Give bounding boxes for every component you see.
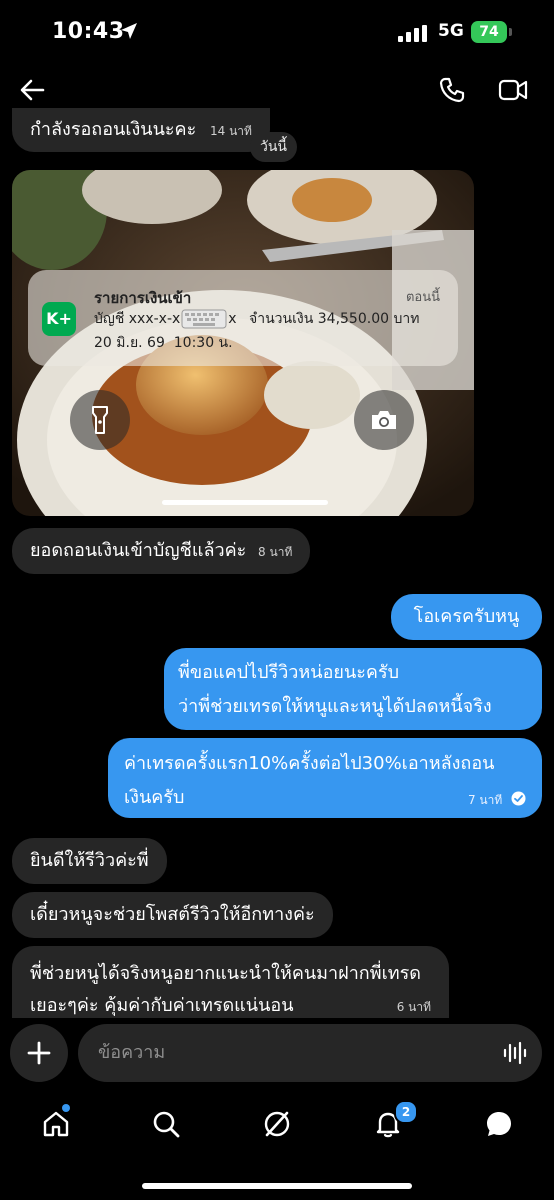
message-text-line: เงินครับ <box>124 787 185 808</box>
account-number-tail: x <box>228 311 237 327</box>
notification-time: ตอนนี้ <box>405 290 440 305</box>
message-text: กำลังรอถอนเงินนะคะ <box>30 119 197 140</box>
flashlight-button[interactable] <box>70 390 130 450</box>
location-arrow-icon <box>121 23 137 39</box>
keyboard-sticker-icon <box>181 309 227 329</box>
message-text: ยอดถอนเงินเข้าบัญชีแล้วค่ะ <box>30 540 247 561</box>
flashlight-icon <box>92 406 108 434</box>
tab-messages[interactable] <box>479 1104 519 1144</box>
camera-icon <box>372 411 396 429</box>
message-text-line: พี่ช่วยหนูได้จริงหนูอยากแนะนำให้คนมาฝากพ… <box>30 963 421 984</box>
shared-photo[interactable]: K+ รายการเงินเข้า ตอนนี้ บัญชี xxx-x-x x … <box>12 170 474 516</box>
amount-text: จำนวนเงิน 34,550.00 บาท <box>249 311 420 327</box>
message-time: 14 นาที <box>209 124 252 138</box>
plus-icon <box>27 1041 51 1065</box>
message-input-placeholder: ข้อความ <box>98 1042 166 1063</box>
compass-icon <box>264 1111 290 1137</box>
voice-message-icon[interactable] <box>502 1040 528 1066</box>
tab-home[interactable] <box>36 1104 76 1144</box>
incoming-message[interactable]: ยอดถอนเงินเข้าบัญชีแล้วค่ะ 8 นาที <box>12 528 311 574</box>
video-call-button[interactable] <box>494 72 532 108</box>
incoming-message[interactable]: พี่ช่วยหนูได้จริงหนูอยากแนะนำให้คนมาฝากพ… <box>12 946 449 1018</box>
tab-search[interactable] <box>146 1104 186 1144</box>
incoming-message[interactable]: เดี๋ยวหนูจะช่วยโพสต์รีวิวให้อีกทางค่ะ <box>12 892 333 938</box>
screenshot-home-indicator <box>162 500 328 505</box>
notification-datetime: 20 มิ.ย. 69 10:30 น. <box>94 335 233 351</box>
home-activity-dot <box>62 1104 70 1112</box>
incoming-message[interactable]: กำลังรอถอนเงินนะคะ 14 นาที <box>12 108 270 152</box>
message-meta: 7 นาที <box>468 788 526 810</box>
back-button[interactable] <box>14 72 50 108</box>
seen-check-icon <box>511 791 526 806</box>
message-text-line: พี่ขอแคปไปรีวิวหน่อยนะครับ <box>178 662 400 683</box>
message-time: 6 นาที <box>396 1000 431 1014</box>
status-time: 10:43 <box>52 19 125 44</box>
video-camera-icon <box>498 79 528 101</box>
camera-shortcut-button[interactable] <box>354 390 414 450</box>
network-type: 5G <box>438 21 464 41</box>
outgoing-message[interactable]: โอเครครับหนู <box>391 594 542 640</box>
notification-count-badge: 2 <box>394 1100 418 1124</box>
kplus-app-icon: K+ <box>42 302 76 336</box>
account-number: บัญชี xxx-x-x <box>94 311 181 327</box>
incoming-message[interactable]: ยินดีให้รีวิวค่ะพี่ <box>12 838 167 884</box>
message-text-line: ว่าพี่ช่วยเทรดให้หนูและหนูได้ปลดหนี้จริง <box>178 696 492 717</box>
battery-indicator: 74 <box>471 21 507 43</box>
chat-bubble-icon <box>487 1112 511 1136</box>
home-icon <box>43 1111 69 1137</box>
add-attachment-button[interactable] <box>10 1024 68 1082</box>
phone-icon <box>439 77 465 103</box>
tab-explore[interactable] <box>257 1104 297 1144</box>
search-icon <box>153 1111 180 1138</box>
date-separator: วันนี้ <box>250 132 298 162</box>
notification-account-line: บัญชี xxx-x-x x จำนวนเงิน 34,550.00 บาท <box>94 308 419 330</box>
outgoing-message[interactable]: พี่ขอแคปไปรีวิวหน่อยนะครับ ว่าพี่ช่วยเทร… <box>164 648 542 730</box>
message-input[interactable]: ข้อความ <box>78 1024 542 1082</box>
battery-cap <box>509 28 512 36</box>
bottom-tab-bar: 2 <box>0 1100 554 1150</box>
status-bar: 10:43 5G 74 <box>0 0 554 66</box>
tab-notifications[interactable]: 2 <box>368 1100 418 1144</box>
back-arrow-icon <box>20 79 45 101</box>
message-composer: ข้อความ <box>0 1024 554 1086</box>
notification-title: รายการเงินเข้า <box>94 289 192 307</box>
bank-notification-card: K+ รายการเงินเข้า ตอนนี้ บัญชี xxx-x-x x … <box>28 270 458 366</box>
home-indicator <box>142 1183 412 1189</box>
outgoing-message[interactable]: ค่าเทรดครั้งแรก10%ครั้งต่อไป30%เอาหลังถอ… <box>108 738 542 818</box>
message-text-line: เยอะๆค่ะ คุ้มค่ากับค่าเทรดแน่นอน <box>30 995 294 1016</box>
signal-bars-icon <box>398 25 427 42</box>
voice-call-button[interactable] <box>434 72 470 108</box>
message-time: 8 นาที <box>258 545 293 559</box>
message-time: 7 นาที <box>467 793 503 807</box>
message-text-line: ค่าเทรดครั้งแรก10%ครั้งต่อไป30%เอาหลังถอ… <box>124 753 495 774</box>
